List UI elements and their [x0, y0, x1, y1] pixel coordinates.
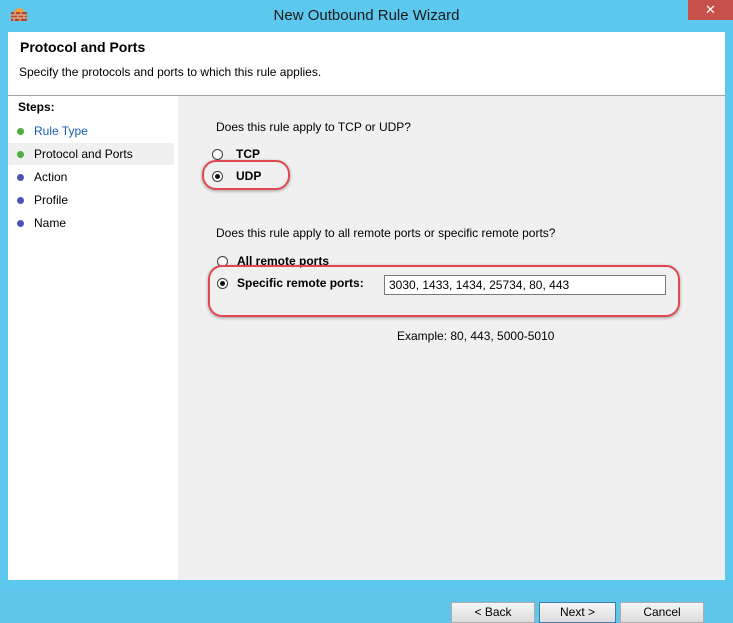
step-label: Profile: [34, 193, 69, 207]
next-button[interactable]: Next >: [539, 602, 616, 623]
step-current-icon: [17, 151, 24, 158]
ports-highlight-annotation: [208, 265, 680, 317]
close-icon: ✕: [705, 2, 716, 18]
back-button[interactable]: < Back: [451, 602, 535, 623]
close-button[interactable]: ✕: [688, 0, 733, 20]
tcp-radio[interactable]: [212, 149, 223, 160]
udp-highlight-annotation: [202, 160, 290, 190]
title-bar[interactable]: New Outbound Rule Wizard ✕: [0, 0, 733, 32]
wizard-body: Protocol and Ports Specify the protocols…: [8, 32, 725, 623]
page-description: Specify the protocols and ports to which…: [19, 65, 322, 79]
wizard-window: New Outbound Rule Wizard ✕ Protocol and …: [0, 0, 733, 623]
ports-example-text: Example: 80, 443, 5000-5010: [397, 329, 555, 343]
main-content: Does this rule apply to TCP or UDP? TCP …: [178, 96, 725, 623]
steps-panel: Steps: Rule Type Protocol and Ports Acti…: [8, 96, 178, 580]
step-pending-icon: [17, 220, 24, 227]
step-pending-icon: [17, 197, 24, 204]
step-complete-icon: [17, 128, 24, 135]
step-action[interactable]: Action: [8, 166, 174, 188]
window-title: New Outbound Rule Wizard: [273, 7, 460, 24]
step-label: Name: [34, 216, 67, 230]
step-profile[interactable]: Profile: [8, 189, 174, 211]
cancel-button[interactable]: Cancel: [620, 602, 704, 623]
ports-question: Does this rule apply to all remote ports…: [216, 226, 556, 240]
step-rule-type[interactable]: Rule Type: [8, 120, 174, 142]
step-label: Action: [34, 170, 68, 184]
steps-title: Steps:: [18, 100, 55, 114]
tcp-label[interactable]: TCP: [236, 147, 260, 161]
page-title: Protocol and Ports: [20, 39, 146, 55]
protocol-question: Does this rule apply to TCP or UDP?: [216, 120, 411, 134]
step-pending-icon: [17, 174, 24, 181]
step-label: Rule Type: [34, 124, 88, 138]
step-label: Protocol and Ports: [34, 147, 133, 161]
step-name[interactable]: Name: [8, 212, 174, 234]
page-header: Protocol and Ports Specify the protocols…: [8, 32, 725, 95]
step-protocol-and-ports[interactable]: Protocol and Ports: [8, 143, 174, 165]
